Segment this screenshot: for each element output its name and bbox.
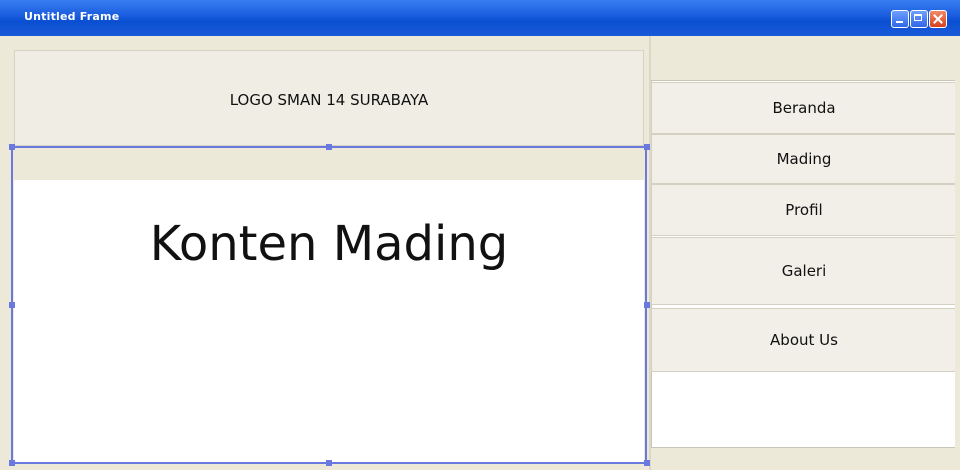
resize-handle-w[interactable] xyxy=(9,302,15,308)
content-title: Konten Mading xyxy=(149,216,509,272)
resize-handle-sw[interactable] xyxy=(9,460,15,466)
frame-right-border xyxy=(955,36,960,470)
logo-panel: LOGO SMAN 14 SURABAYA xyxy=(14,50,644,146)
window-titlebar[interactable]: Untitled Frame xyxy=(0,0,960,36)
logo-label: LOGO SMAN 14 SURABAYA xyxy=(229,91,429,109)
resize-handle-e[interactable] xyxy=(644,302,650,308)
nav-item-beranda[interactable]: Beranda xyxy=(651,82,957,134)
content-panel[interactable]: Konten Mading xyxy=(14,180,644,462)
nav-item-mading[interactable]: Mading xyxy=(651,134,957,184)
close-icon[interactable] xyxy=(929,10,947,28)
nav-bottom-strip xyxy=(651,448,960,470)
content-header-strip xyxy=(14,148,644,180)
resize-handle-n[interactable] xyxy=(326,144,332,150)
resize-handle-nw[interactable] xyxy=(9,144,15,150)
nav-item-galeri[interactable]: Galeri xyxy=(651,237,957,305)
minimize-icon[interactable] xyxy=(891,10,909,28)
window-title: Untitled Frame xyxy=(24,10,120,23)
resize-handle-ne[interactable] xyxy=(644,144,650,150)
nav-item-about-us[interactable]: About Us xyxy=(651,308,957,372)
resize-handle-s[interactable] xyxy=(326,460,332,466)
frame-left-border xyxy=(0,36,10,470)
nav-item-profil[interactable]: Profil xyxy=(651,184,957,236)
nav-top-strip xyxy=(651,36,960,80)
maximize-icon[interactable] xyxy=(910,10,928,28)
resize-handle-se[interactable] xyxy=(644,460,650,466)
